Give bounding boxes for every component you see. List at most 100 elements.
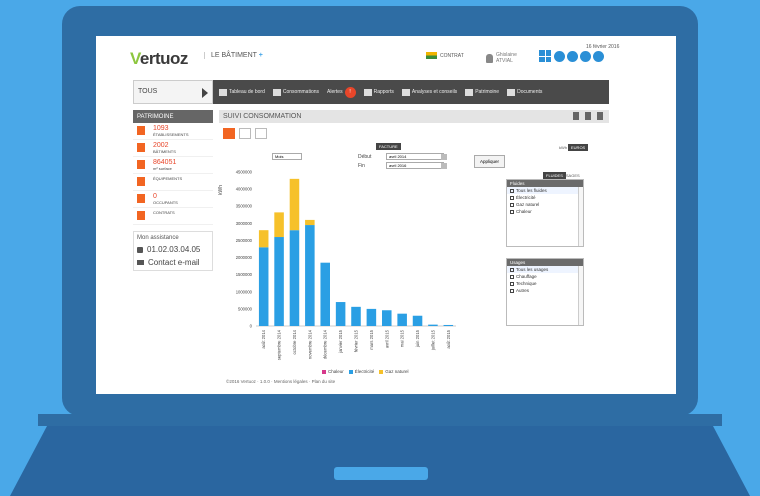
usages-scrollbar[interactable] <box>578 266 583 325</box>
calendar-icon[interactable] <box>441 154 447 160</box>
alert-badge: ! <box>344 86 356 98</box>
tab-facture[interactable]: FACTURE <box>376 143 401 150</box>
stat-buildings[interactable]: 2002 BÂTIMENTS <box>133 140 213 157</box>
vertuoz-logo[interactable]: Vertuoz <box>130 49 188 69</box>
dashboard-icon <box>219 88 227 96</box>
x-tick-label: février 2015 <box>354 329 359 352</box>
stat-establishments[interactable]: 1093 ÉTABLISSEMENTS <box>133 123 213 140</box>
stat-contracts[interactable]: CONTRATS <box>133 208 213 225</box>
y-tick-label: 0 <box>250 324 253 329</box>
tower-icon <box>137 143 145 152</box>
laptop-hinge <box>38 414 722 426</box>
nav-analyses[interactable]: Analyses et conseils <box>401 88 457 96</box>
stat-occupants[interactable]: 0 OCCUPANTS <box>133 191 213 208</box>
panel-header: SUIVI CONSOMMATION <box>219 110 609 123</box>
x-tick-label: août 2014 <box>261 329 266 348</box>
legend-item[interactable]: Chaleur <box>322 369 344 374</box>
fluid-option[interactable]: Gaz naturel <box>507 201 583 208</box>
from-date-input[interactable]: avril 2014 <box>386 153 444 160</box>
checkbox-icon <box>510 281 514 286</box>
usages-filter-title: Usages <box>507 259 583 266</box>
checkbox-icon <box>510 188 514 193</box>
fluids-filter: Fluides Tous les fluides Électricité Gaz… <box>506 179 584 247</box>
nav-reports[interactable]: Rapports <box>363 88 394 96</box>
y-tick-label: 4500000 <box>236 170 253 175</box>
logout-icon[interactable] <box>593 51 604 62</box>
x-tick-label: avril 2015 <box>384 329 389 348</box>
fluid-option[interactable]: Chaleur <box>507 208 583 215</box>
bar-gaz naturel <box>258 230 269 248</box>
stat-equipment[interactable]: ÉQUIPEMENTS <box>133 174 213 191</box>
consumption-chart: kWh 0 500000 1000000 1500000 2000000 2500000 30… <box>218 170 456 360</box>
building-switch[interactable]: LE BÂTIMENT + <box>204 52 263 59</box>
nav-consumption[interactable]: Consommations <box>272 88 319 96</box>
assistance-email[interactable]: Contact e-mail <box>137 258 209 267</box>
checkbox-icon <box>510 202 514 207</box>
export-icon[interactable] <box>573 112 579 120</box>
y-axis-label: kWh <box>218 185 224 195</box>
checkbox-icon <box>510 209 514 214</box>
mode-usages-toggle[interactable]: USAGES <box>560 172 583 179</box>
assistance-phone[interactable]: 01.02.03.04.05 <box>137 245 209 254</box>
contract-link[interactable]: CONTRAT <box>426 52 464 59</box>
x-tick-label: janvier 2015 <box>338 329 343 353</box>
checkbox-icon <box>510 267 514 272</box>
legend-item[interactable]: Gaz naturel <box>379 369 409 374</box>
fluid-option[interactable]: Électricité <box>507 194 583 201</box>
fluids-scrollbar[interactable] <box>578 187 583 246</box>
bar-chart-icon <box>272 88 281 96</box>
help-icon[interactable] <box>554 51 565 62</box>
x-tick-label: juillet 2015 <box>430 329 435 351</box>
app-screen: Vertuoz LE BÂTIMENT + CONTRAT Ghislaine A… <box>96 36 676 394</box>
period-select[interactable]: Mois <box>272 153 302 160</box>
contract-icon <box>426 52 437 59</box>
fluid-option[interactable]: Tous les fluides <box>507 187 583 194</box>
laptop-trackpad <box>334 467 428 480</box>
nav-documents[interactable]: Documents <box>507 88 542 96</box>
page-footer: ©2016 Vertuoz · 1.0.0 · Mentions légales… <box>226 379 336 384</box>
nav-patrimoine[interactable]: Patrimoine <box>465 88 499 96</box>
phone-icon <box>137 246 143 253</box>
usage-option[interactable]: Technique <box>507 280 583 287</box>
x-tick-label: mai 2015 <box>400 329 405 347</box>
settings-icon[interactable] <box>567 51 578 62</box>
assistance-title: Mon assistance <box>137 235 179 241</box>
line-view-icon[interactable] <box>239 128 251 139</box>
y-tick-label: 2000000 <box>236 255 253 260</box>
usage-option[interactable]: Chauffage <box>507 273 583 280</box>
equipment-icon <box>137 177 145 186</box>
usage-option[interactable]: Autres <box>507 287 583 294</box>
sidebar: PATRIMOINE 1093 ÉTABLISSEMENTS 2002 BÂTIME… <box>133 110 213 271</box>
top-bar: Vertuoz LE BÂTIMENT + CONTRAT Ghislaine A… <box>96 36 676 76</box>
x-tick-label: octobre 2014 <box>292 329 297 354</box>
bar-électricité <box>366 308 377 326</box>
report-icon <box>363 88 372 96</box>
bar-électricité <box>274 237 284 326</box>
y-tick-label: 1000000 <box>236 289 253 294</box>
document-icon <box>507 88 516 96</box>
scope-selector[interactable]: TOUS <box>133 80 213 104</box>
settings-icon[interactable] <box>255 128 267 139</box>
area-icon <box>137 160 145 169</box>
excel-icon[interactable] <box>585 112 591 120</box>
analysis-icon <box>401 88 410 96</box>
unit-euros-toggle[interactable]: EUROS <box>568 144 589 151</box>
y-tick-label: 500000 <box>238 306 253 311</box>
user-menu[interactable]: Ghislaine ATVIAL <box>486 52 517 64</box>
bar-électricité <box>351 306 361 326</box>
nav-dashboard[interactable]: Tableau de bord <box>219 88 265 96</box>
bar-view-icon[interactable] <box>223 128 235 139</box>
stat-surface[interactable]: 864051 m² surface <box>133 157 213 174</box>
bar-électricité <box>412 315 423 326</box>
contract-icon <box>137 211 145 220</box>
messages-icon[interactable] <box>580 51 591 62</box>
mail-icon <box>137 260 144 265</box>
x-tick-label: juin 2015 <box>415 329 420 348</box>
pdf-icon[interactable] <box>597 112 603 120</box>
legend-item[interactable]: Électricité <box>348 369 374 374</box>
apps-grid-icon[interactable] <box>539 50 551 62</box>
nav-alerts[interactable]: Alertes! <box>327 86 356 98</box>
usage-option[interactable]: Tous les usages <box>507 266 583 273</box>
bar-gaz naturel <box>305 219 315 226</box>
people-icon <box>137 194 145 203</box>
